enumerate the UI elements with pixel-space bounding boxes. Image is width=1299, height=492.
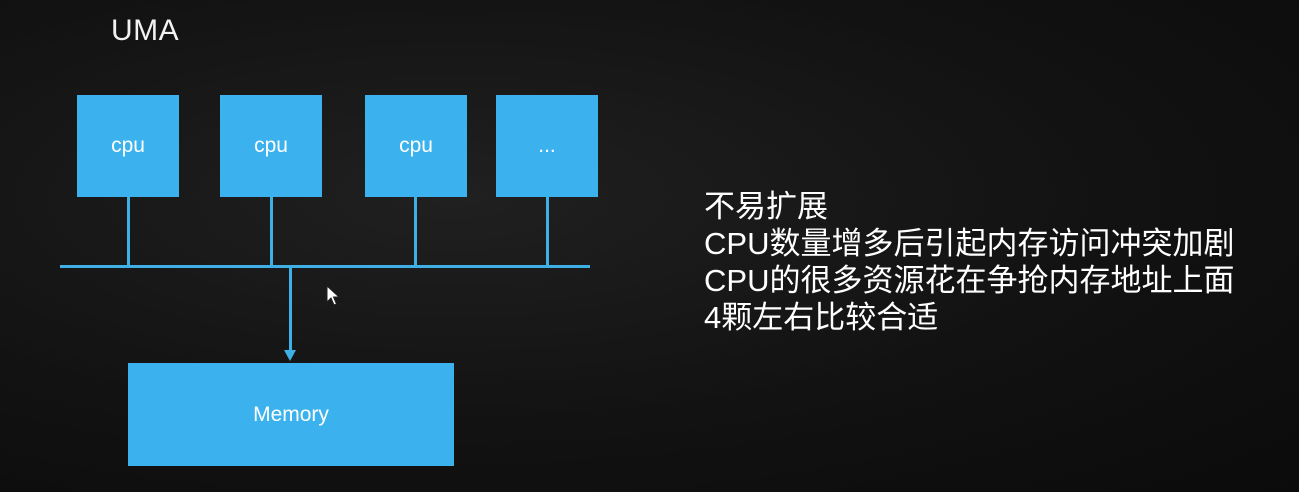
- cpu-label: cpu: [254, 134, 288, 157]
- cpu-label: ...: [538, 134, 556, 157]
- notes-list: 不易扩展 CPU数量增多后引起内存访问冲突加剧 CPU的很多资源花在争抢内存地址…: [704, 188, 1234, 336]
- note-item: CPU的很多资源花在争抢内存地址上面: [704, 263, 1235, 298]
- note-item: 4颗左右比较合适: [704, 300, 939, 335]
- cpu-box-1: cpu: [77, 95, 179, 197]
- cpu-connector-1: [127, 197, 130, 267]
- shared-bus: [60, 265, 590, 268]
- cpu-label: cpu: [399, 134, 433, 157]
- slide: UMA cpu cpu cpu ... Memory 不易扩展 CPU数量增多后…: [0, 0, 1299, 492]
- diagram-title: UMA: [111, 14, 180, 47]
- mouse-pointer-icon: [326, 285, 341, 306]
- cpu-connector-3: [414, 197, 417, 267]
- arrow-down-icon: [284, 350, 296, 361]
- cpu-connector-4: [546, 197, 549, 267]
- cpu-box-2: cpu: [220, 95, 322, 197]
- cpu-box-3: cpu: [365, 95, 467, 197]
- note-item: 不易扩展: [704, 189, 828, 224]
- cpu-box-more: ...: [496, 95, 598, 197]
- bus-to-memory-line: [289, 268, 292, 352]
- memory-box: Memory: [128, 363, 454, 466]
- cpu-connector-2: [270, 197, 273, 267]
- memory-label: Memory: [253, 402, 329, 426]
- note-item: CPU数量增多后引起内存访问冲突加剧: [704, 226, 1235, 261]
- cpu-label: cpu: [111, 134, 145, 157]
